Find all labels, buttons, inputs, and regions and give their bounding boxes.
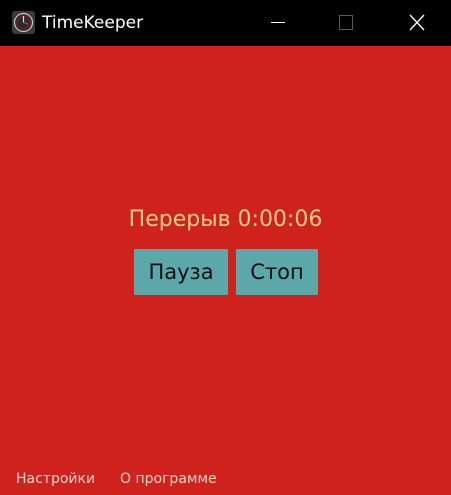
timekeeper-window: TimeKeeper Перерыв 0:00:06 Пауза Стоп На… [0,0,451,495]
timer-status: Перерыв 0:00:06 [128,207,323,232]
minimize-button[interactable] [255,0,301,46]
minimize-icon [271,22,285,23]
window-title: TimeKeeper [42,13,144,33]
main-content: Перерыв 0:00:06 Пауза Стоп Настройки О п… [0,46,451,495]
pause-button[interactable]: Пауза [134,249,228,295]
clock-icon [12,11,35,34]
title-bar[interactable]: TimeKeeper [0,0,451,46]
maximize-icon [339,15,353,30]
maximize-button[interactable] [323,0,369,46]
close-icon [409,14,425,31]
about-link[interactable]: О программе [120,470,217,488]
close-button[interactable] [394,0,440,46]
settings-link[interactable]: Настройки [16,470,95,488]
stop-button[interactable]: Стоп [236,249,318,295]
